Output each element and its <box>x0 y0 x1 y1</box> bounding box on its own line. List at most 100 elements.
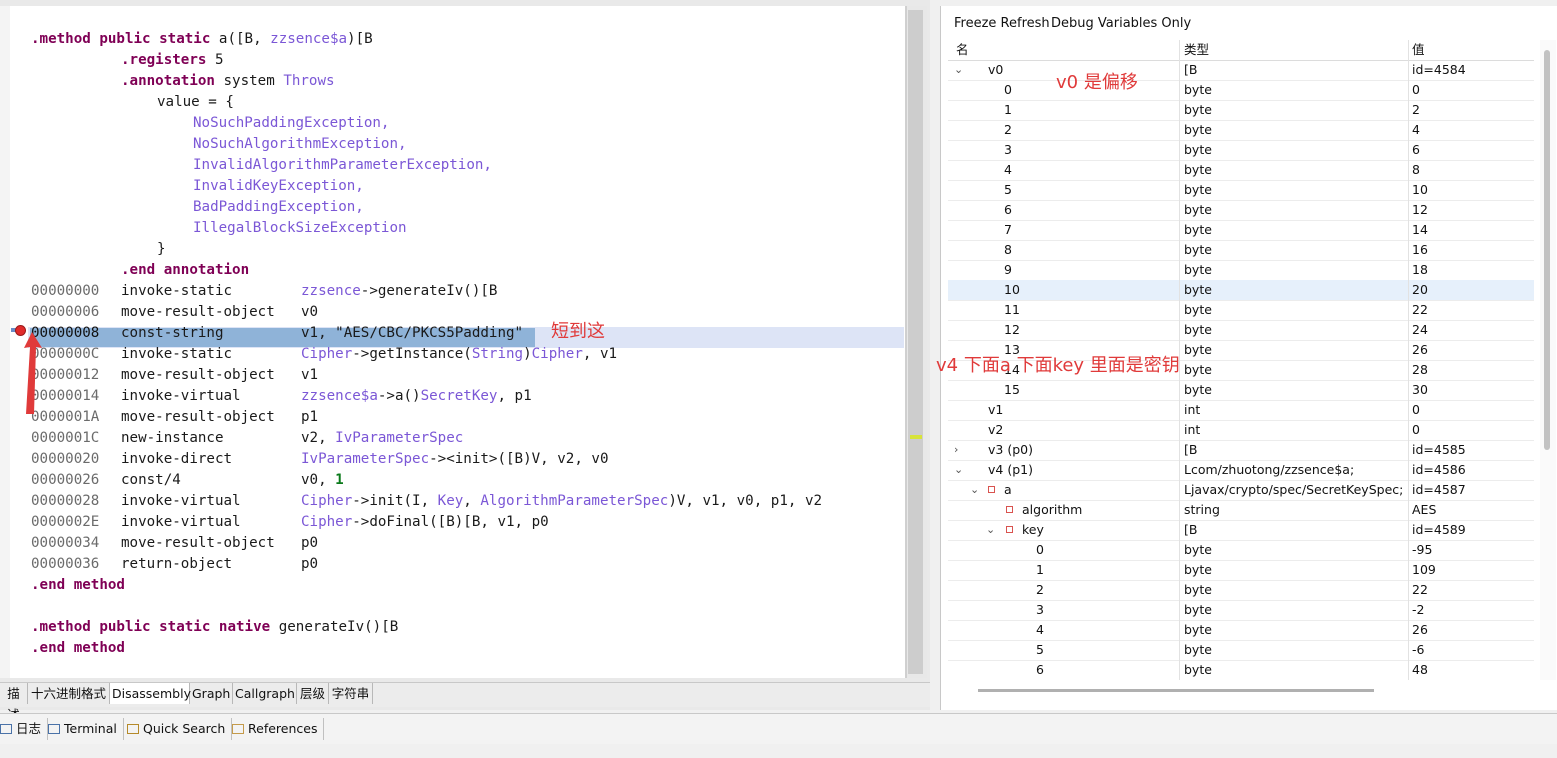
variable-value[interactable]: 28 <box>1412 360 1530 380</box>
variable-value[interactable]: 10 <box>1412 180 1530 200</box>
log-tab[interactable]: 日志 <box>0 718 49 740</box>
column-header-type[interactable]: 类型 <box>1184 40 1406 60</box>
variable-value[interactable]: 109 <box>1412 560 1530 580</box>
variable-value[interactable]: 12 <box>1412 200 1530 220</box>
variable-row[interactable]: 5 byte -6 <box>948 640 1534 661</box>
variable-value[interactable]: id=4584 <box>1412 60 1530 80</box>
column-header-value[interactable]: 值 <box>1412 40 1530 60</box>
type-ref[interactable]: Cipher <box>301 514 352 530</box>
variable-value[interactable]: 0 <box>1412 400 1530 420</box>
type-ref[interactable]: zzsence <box>301 283 361 299</box>
operands[interactable]: Cipher->doFinal([B)[B, v1, p0 <box>301 512 549 533</box>
variable-value[interactable]: 30 <box>1412 380 1530 400</box>
variable-value[interactable]: 26 <box>1412 340 1530 360</box>
exception-ref[interactable]: IllegalBlockSizeException <box>193 218 407 239</box>
operands[interactable]: Cipher->init(I, Key, AlgorithmParameterS… <box>301 491 822 512</box>
variable-row[interactable]: algorithm string AES <box>948 500 1534 521</box>
instruction-line[interactable]: 00000006 move-result-object v0 <box>31 302 318 323</box>
variable-value[interactable]: 26 <box>1412 620 1530 640</box>
exception-ref[interactable]: NoSuchAlgorithmException, <box>193 134 407 155</box>
type-ref[interactable]: Cipher <box>301 346 352 362</box>
column-separator[interactable] <box>1179 40 1180 60</box>
variable-value[interactable]: 0 <box>1412 420 1530 440</box>
exception-ref[interactable]: InvalidKeyException, <box>193 176 364 197</box>
collapse-arrow-icon[interactable]: ⌄ <box>954 60 963 80</box>
column-separator[interactable] <box>1408 40 1409 60</box>
variable-value[interactable]: 2 <box>1412 100 1530 120</box>
variable-value[interactable]: 24 <box>1412 320 1530 340</box>
variable-row[interactable]: 4 byte 26 <box>948 620 1534 641</box>
tab-callgraph[interactable]: Callgraph <box>233 683 297 704</box>
variable-value[interactable]: -95 <box>1412 540 1530 560</box>
editor-gutter[interactable] <box>0 6 10 678</box>
quick-search-tab[interactable]: Quick Search <box>127 718 233 740</box>
variable-value[interactable]: 18 <box>1412 260 1530 280</box>
exception-ref[interactable]: InvalidAlgorithmParameterException, <box>193 155 492 176</box>
variables-horizontal-scroll-thumb[interactable] <box>978 689 1374 692</box>
instruction-line[interactable]: 00000020 invoke-direct IvParameterSpec-><i… <box>31 449 609 470</box>
registers-line[interactable]: .registers 5 <box>121 50 224 71</box>
exception-ref[interactable]: BadPaddingException, <box>193 197 364 218</box>
editor-scroll-thumb[interactable] <box>908 10 923 674</box>
tab-graph[interactable]: Graph <box>190 683 233 704</box>
variable-value[interactable]: id=4585 <box>1412 440 1530 460</box>
variable-value[interactable]: 20 <box>1412 280 1530 300</box>
variable-row[interactable]: 2 byte 22 <box>948 580 1534 601</box>
variable-row[interactable]: 11 byte 22 <box>948 300 1534 321</box>
variable-row[interactable]: 3 byte -2 <box>948 600 1534 621</box>
column-header-name[interactable]: 名 <box>956 40 1187 60</box>
variable-row[interactable]: v1 int 0 <box>948 400 1534 421</box>
variable-value[interactable]: id=4586 <box>1412 460 1530 480</box>
variable-value[interactable]: 22 <box>1412 580 1530 600</box>
end-method[interactable]: .end method <box>31 638 125 659</box>
type-ref[interactable]: Key <box>438 493 464 509</box>
variable-row[interactable]: 2 byte 4 <box>948 120 1534 141</box>
variable-value[interactable]: 14 <box>1412 220 1530 240</box>
type-ref[interactable]: Cipher <box>532 346 583 362</box>
operands[interactable]: v2, IvParameterSpec <box>301 428 463 449</box>
type-ref[interactable]: AlgorithmParameterSpec <box>480 493 668 509</box>
variable-value[interactable]: 16 <box>1412 240 1530 260</box>
variable-row[interactable]: ⌄ a Ljavax/crypto/spec/SecretKeySpec; id=45… <box>948 480 1534 501</box>
annotation-value[interactable]: value = { <box>157 92 234 113</box>
variable-row[interactable]: 1 byte 109 <box>948 560 1534 581</box>
variable-value[interactable]: 8 <box>1412 160 1530 180</box>
variable-row[interactable]: 5 byte 10 <box>948 180 1534 201</box>
variables-scroll-thumb[interactable] <box>1544 50 1550 450</box>
variable-value[interactable]: -2 <box>1412 600 1530 620</box>
type-ref[interactable]: zzsence$a <box>301 388 378 404</box>
type-ref[interactable]: Throws <box>283 73 334 89</box>
variable-value[interactable]: 6 <box>1412 140 1530 160</box>
instruction-line[interactable]: 0000002E invoke-virtual Cipher->doFinal([B… <box>31 512 549 533</box>
variable-row[interactable]: v2 int 0 <box>948 420 1534 441</box>
instruction-line[interactable]: 00000036 return-object p0 <box>31 554 318 575</box>
collapse-arrow-icon[interactable]: ⌄ <box>986 520 995 540</box>
variable-row[interactable]: 9 byte 18 <box>948 260 1534 281</box>
variable-row[interactable]: 8 byte 16 <box>948 240 1534 261</box>
collapse-arrow-icon[interactable]: ⌄ <box>954 460 963 480</box>
instruction-line[interactable]: 00000026 const/4 v0, 1 <box>31 470 344 491</box>
variable-row[interactable]: 12 byte 24 <box>948 320 1534 341</box>
variable-row[interactable]: ⌄ v0 [B id=4584 <box>948 60 1534 81</box>
variable-row[interactable]: 7 byte 14 <box>948 220 1534 241</box>
tab-disassembly[interactable]: Disassembly <box>110 683 191 704</box>
tab-strings[interactable]: 字符串 <box>329 683 373 704</box>
variable-value[interactable]: 22 <box>1412 300 1530 320</box>
variable-value[interactable]: -6 <box>1412 640 1530 660</box>
instruction-line[interactable]: 00000000 invoke-static zzsence->generateIv… <box>31 281 497 302</box>
variable-row[interactable]: 10 byte 20 <box>948 280 1534 301</box>
annotation-line[interactable]: .annotation system Throws <box>121 71 335 92</box>
variable-row[interactable]: 6 byte 12 <box>948 200 1534 221</box>
variable-row[interactable]: 3 byte 6 <box>948 140 1534 161</box>
variable-row[interactable]: ⌄ key [B id=4589 <box>948 520 1534 541</box>
variable-row[interactable]: › v3 (p0) [B id=4585 <box>948 440 1534 461</box>
type-ref[interactable]: String <box>472 346 523 362</box>
tab-hierarchy[interactable]: 层级 <box>297 683 329 704</box>
type-ref[interactable]: zzsence$a <box>270 31 347 47</box>
annotation-close-brace[interactable]: } <box>157 239 166 260</box>
operands[interactable]: v0, 1 <box>301 470 344 491</box>
end-annotation[interactable]: .end annotation <box>121 260 249 281</box>
variable-row[interactable]: 0 byte 0 <box>948 80 1534 101</box>
instruction-line[interactable]: 00000034 move-result-object p0 <box>31 533 318 554</box>
variable-row[interactable]: 4 byte 8 <box>948 160 1534 181</box>
